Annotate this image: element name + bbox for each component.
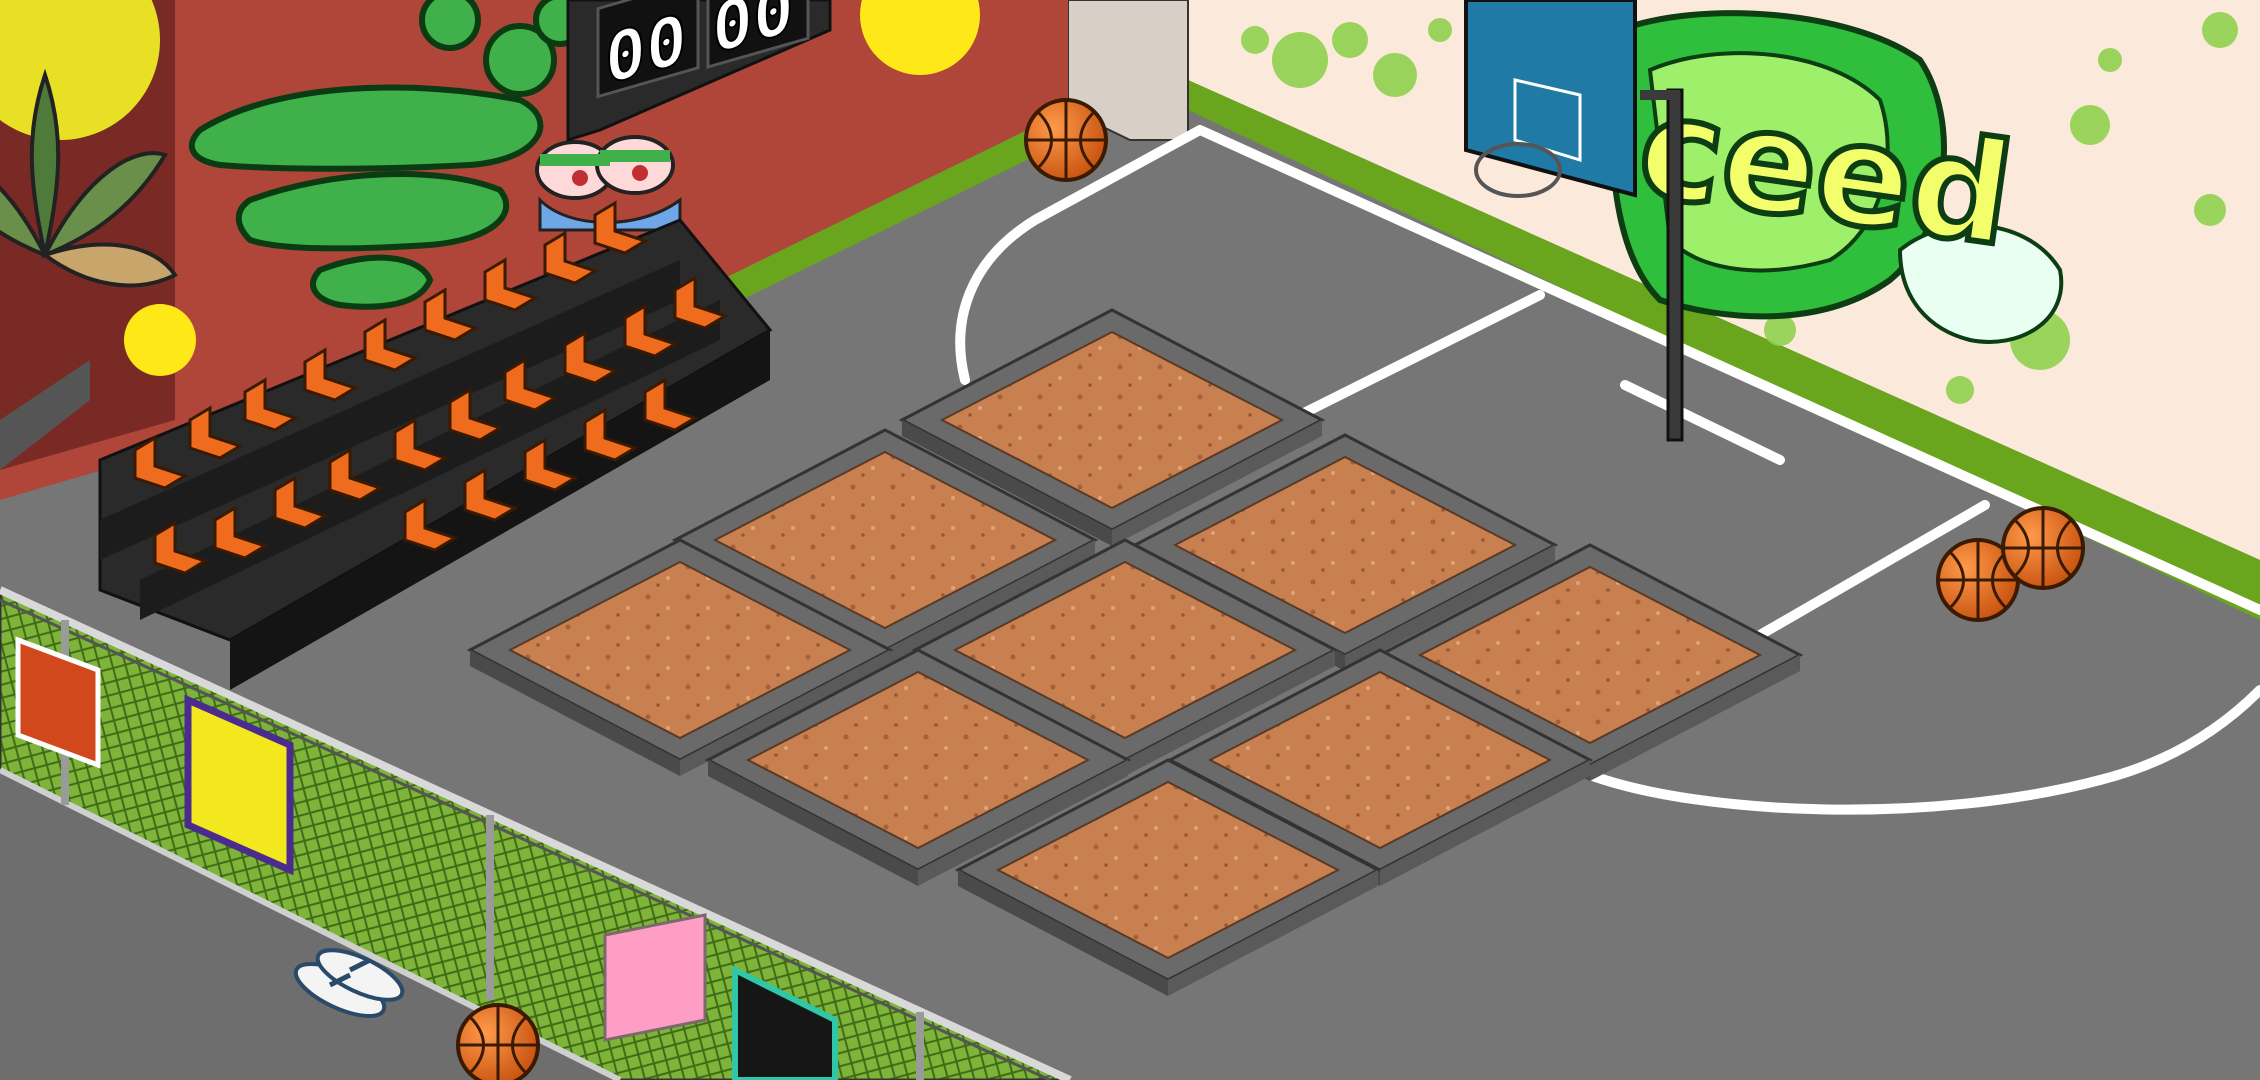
pink-panel[interactable] bbox=[603, 913, 707, 1042]
basketball-icon[interactable] bbox=[456, 1003, 540, 1080]
basketball-icon[interactable] bbox=[2001, 506, 2085, 590]
basketball-icon[interactable] bbox=[1024, 98, 1108, 182]
game-room-scene[interactable]: ceed 00 00 bbox=[0, 0, 2260, 1080]
